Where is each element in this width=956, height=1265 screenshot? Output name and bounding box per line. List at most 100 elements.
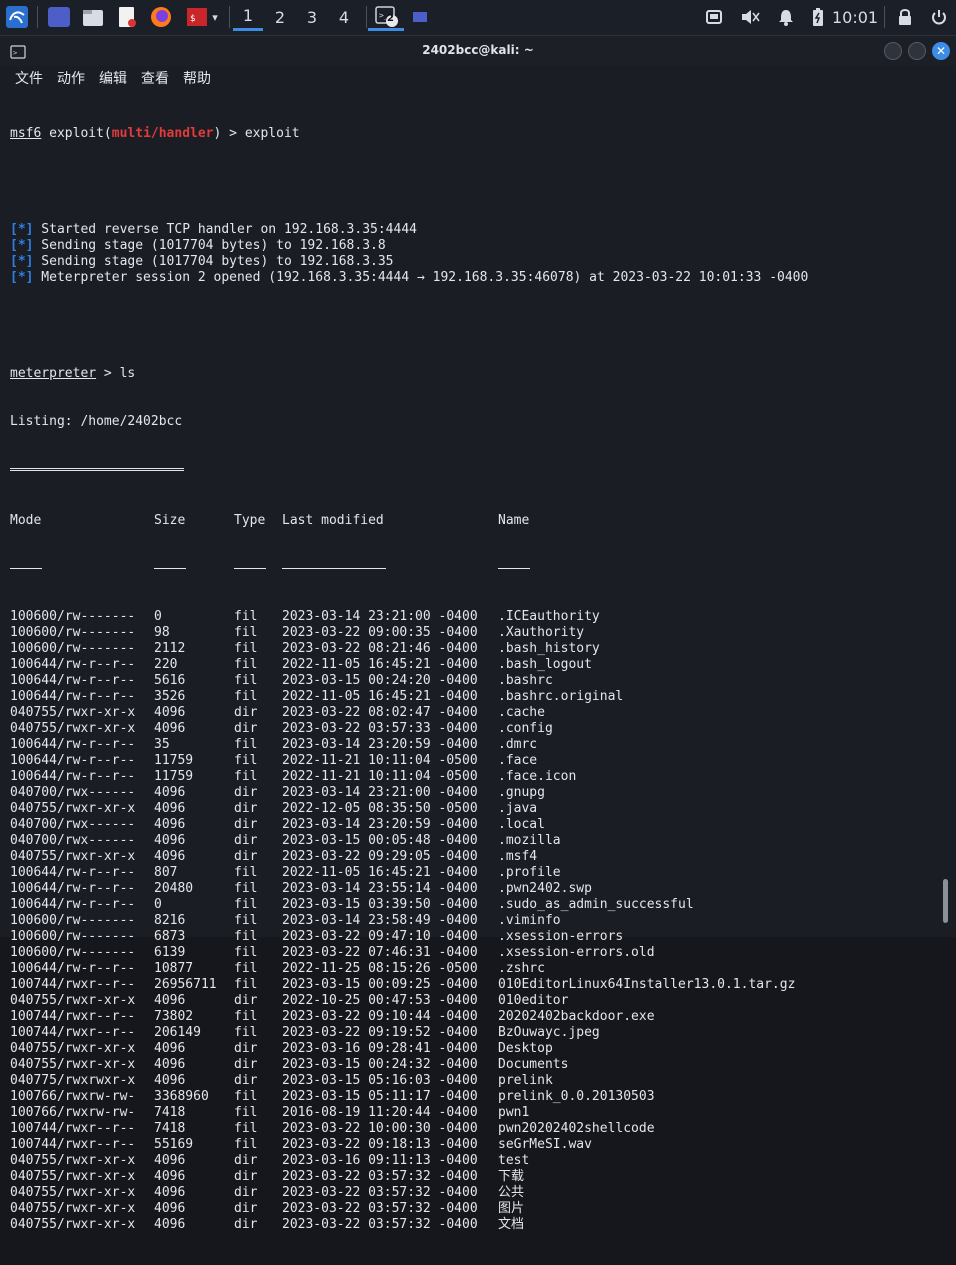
cell-type: dir (234, 833, 258, 848)
close-button[interactable]: ✕ (932, 42, 950, 60)
workspace-label: 1 (242, 6, 254, 25)
cell-modified: 2023-03-15 00:09:25 -0400 (282, 977, 478, 992)
cell-mode: 100644/rw-r--r-- (10, 881, 136, 896)
file-table: 100600/rw------- 0 fil 2023-03-14 23:21:00 … (10, 609, 930, 1233)
cell-size: 3526 (154, 689, 186, 704)
cell-size: 5616 (154, 673, 186, 688)
window-switch-icon[interactable] (702, 3, 726, 31)
cell-mode: 100766/rwxrw-rw- (10, 1105, 136, 1120)
table-row: 040775/rwxrwxr-x 4096 dir 2023-03-15 05:16:… (10, 1073, 930, 1089)
status-line: [*] Started reverse TCP handler on 192.1… (10, 222, 930, 238)
menu-edit[interactable]: 编辑 (92, 66, 134, 92)
cell-mode: 100600/rw------- (10, 913, 136, 928)
cell-modified: 2023-03-16 09:28:41 -0400 (282, 1041, 478, 1056)
workspace-4[interactable]: 4 (329, 3, 359, 31)
cell-type: dir (234, 1041, 258, 1056)
maximize-button[interactable] (908, 42, 926, 60)
cell-modified: 2023-03-22 09:29:05 -0400 (282, 849, 478, 864)
cell-modified: 2022-11-25 08:15:26 -0500 (282, 961, 478, 976)
cell-name: .local (498, 817, 545, 832)
cell-type: fil (234, 961, 258, 976)
cell-name: prelink (498, 1073, 553, 1088)
listing-title: Listing: /home/2402bcc (10, 414, 183, 429)
kali-menu-icon[interactable] (2, 3, 32, 31)
scrollbar[interactable] (943, 879, 948, 923)
cell-type: fil (234, 769, 258, 784)
svg-text:$: $ (190, 14, 195, 24)
status-text: Sending stage (1017704 bytes) to 192.168… (33, 238, 386, 253)
cell-type: fil (234, 609, 258, 624)
cell-name: .bash_logout (498, 657, 592, 672)
lock-screen-icon[interactable] (894, 3, 916, 31)
cell-type: fil (234, 1089, 258, 1104)
cell-name: .bashrc.original (498, 689, 624, 704)
menu-file[interactable]: 文件 (8, 66, 50, 92)
menu-view[interactable]: 查看 (134, 66, 176, 92)
menu-help[interactable]: 帮助 (176, 66, 218, 92)
cell-modified: 2023-03-22 07:46:31 -0400 (282, 945, 478, 960)
cell-mode: 040755/rwxr-xr-x (10, 993, 136, 1008)
cell-name: 图片 (498, 1201, 525, 1216)
status-text: Started reverse TCP handler on 192.168.3… (33, 222, 417, 237)
close-icon: ✕ (935, 44, 947, 58)
command-text: > ls (96, 366, 136, 381)
cell-name: .cache (498, 705, 545, 720)
taskbar-terminal-window[interactable]: >_ 2 (368, 3, 404, 31)
cell-size: 4096 (154, 993, 186, 1008)
meterpreter-prompt: meterpreter (10, 366, 97, 381)
title-bar[interactable]: > 2402bcc@kali: ~ ✕ (0, 36, 956, 66)
cell-mode: 040755/rwxr-xr-x (10, 801, 136, 816)
clock-text: 10:01 (831, 7, 879, 27)
minimize-button[interactable] (884, 42, 902, 60)
battery-charging-icon[interactable] (808, 3, 828, 31)
cell-size: 26956711 (154, 977, 217, 992)
cell-name: .bashrc (498, 673, 553, 688)
cell-size: 0 (154, 897, 162, 912)
cell-size: 220 (154, 657, 178, 672)
clock[interactable]: 10:01 (831, 3, 879, 31)
cell-size: 2112 (154, 641, 186, 656)
cell-size: 4096 (154, 849, 186, 864)
file-manager-icon[interactable] (80, 3, 106, 31)
workspace-3[interactable]: 3 (297, 3, 327, 31)
cell-mode: 100644/rw-r--r-- (10, 865, 136, 880)
cell-size: 11759 (154, 769, 194, 784)
menu-actions[interactable]: 动作 (50, 66, 92, 92)
cell-modified: 2023-03-14 23:20:59 -0400 (282, 737, 478, 752)
table-row: 100644/rw-r--r-- 220 fil 2022-11-05 16:45:2… (10, 657, 930, 673)
meterpreter-prompt-line: meterpreter > ls (10, 366, 930, 382)
cell-modified: 2023-03-22 09:00:35 -0400 (282, 625, 478, 640)
cell-type: fil (234, 1009, 258, 1024)
cell-name: .java (498, 801, 538, 816)
taskbar-window-2[interactable] (408, 3, 432, 31)
workspace-1[interactable]: 1 (233, 3, 263, 31)
notifications-bell-icon[interactable] (774, 3, 798, 31)
status-text: Sending stage (1017704 bytes) to 192.168… (33, 254, 394, 269)
power-icon[interactable] (928, 3, 950, 31)
table-row: 100744/rwxr--r-- 7418 fil 2023-03-22 10:00:… (10, 1121, 930, 1137)
table-row: 100744/rwxr--r-- 206149 fil 2023-03-22 09:1… (10, 1025, 930, 1041)
cell-size: 4096 (154, 1073, 186, 1088)
cell-name: .bash_history (498, 641, 600, 656)
terminal-launcher-icon[interactable]: $ ▾ (180, 3, 224, 31)
chevron-down-icon[interactable]: ▾ (212, 11, 218, 24)
cell-type: fil (234, 881, 258, 896)
cell-modified: 2023-03-14 23:55:14 -0400 (282, 881, 478, 896)
window-title: 2402bcc@kali: ~ (422, 43, 534, 57)
workspace-2[interactable]: 2 (265, 3, 295, 31)
text-editor-icon[interactable] (114, 3, 140, 31)
cell-modified: 2022-11-05 16:45:21 -0400 (282, 689, 478, 704)
show-desktop-icon[interactable] (46, 3, 72, 31)
cell-modified: 2023-03-22 03:57:32 -0400 (282, 1217, 478, 1232)
cell-mode: 100766/rwxrw-rw- (10, 1089, 136, 1104)
firefox-icon[interactable] (148, 3, 174, 31)
table-row: 040755/rwxr-xr-x 4096 dir 2023-03-22 03:57:… (10, 1169, 930, 1185)
volume-muted-icon[interactable] (738, 3, 762, 31)
cell-modified: 2023-03-15 03:39:50 -0400 (282, 897, 478, 912)
table-row: 100744/rwxr--r-- 73802 fil 2023-03-22 09:10… (10, 1009, 930, 1025)
terminal-output[interactable]: msf6 exploit(multi/handler) > exploit [*… (10, 94, 930, 1265)
cell-size: 4096 (154, 801, 186, 816)
cell-modified: 2023-03-14 23:21:00 -0400 (282, 785, 478, 800)
cell-modified: 2023-03-22 03:57:32 -0400 (282, 1201, 478, 1216)
cell-type: dir (234, 1185, 258, 1200)
